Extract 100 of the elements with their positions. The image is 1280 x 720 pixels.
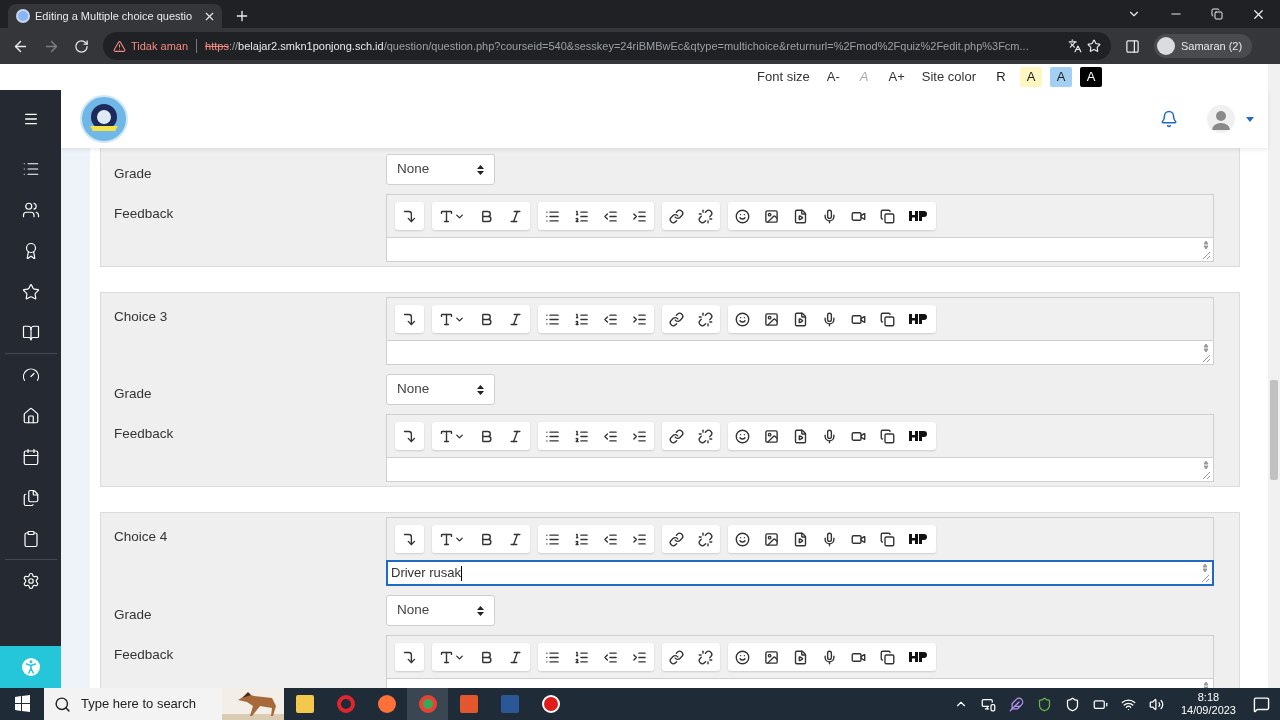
italic-icon (508, 208, 523, 224)
profile-button[interactable]: Samaran (2) (1154, 34, 1253, 58)
translate-icon[interactable] (1068, 39, 1082, 53)
link-icon (669, 649, 684, 665)
outdent-icon (603, 428, 618, 444)
copy-icon (880, 531, 895, 547)
shield-icon[interactable] (1064, 696, 1080, 712)
volume-icon[interactable] (1148, 696, 1164, 712)
favicon-icon (16, 9, 30, 23)
calendar-icon[interactable] (21, 447, 40, 466)
feather-icon[interactable] (1008, 696, 1024, 712)
bookmark-icon[interactable] (1087, 39, 1101, 53)
bold-icon (479, 208, 494, 224)
search-field[interactable]: Type here to search (44, 688, 284, 720)
field-label: Feedback (114, 647, 174, 662)
italic-icon (508, 531, 523, 547)
microphone-icon (822, 311, 837, 327)
color-swatch[interactable]: A (1050, 67, 1072, 87)
browser-tab[interactable]: Editing a Multiple choice questio (8, 4, 222, 28)
font-icon (439, 311, 454, 327)
text-cursor (461, 565, 463, 581)
copy-icon (880, 649, 895, 665)
home-icon[interactable] (21, 406, 40, 425)
new-tab-icon[interactable] (234, 8, 250, 24)
indent-icon (632, 311, 647, 327)
font-icon (439, 428, 454, 444)
url-text: https://belajar2.smkn1ponjong.sch.id/question/question.php?courseid=540&sesskey=24riBMBwEc&qtype=multichoice&returnurl=%2Fmod%2Fquiz%2Fedit.php%3Fcm... (205, 38, 1029, 54)
clock[interactable]: 8:18 14/09/2023 (1176, 691, 1240, 717)
emoji-icon (735, 428, 750, 444)
gauge-icon[interactable] (21, 365, 40, 384)
numbered-list-icon (574, 428, 589, 444)
users-icon[interactable] (21, 200, 40, 219)
outdent-icon (603, 531, 618, 547)
numbered-list-icon (574, 531, 589, 547)
h5p-icon (909, 533, 929, 545)
indent-icon (632, 649, 647, 665)
caret-icon[interactable] (1246, 116, 1254, 122)
school-logo (80, 95, 128, 143)
font-size-button[interactable]: A- (823, 67, 843, 87)
bullet-list-icon (545, 649, 560, 665)
font-size-button[interactable]: A+ (885, 67, 908, 87)
address-bar[interactable]: Tidak aman https://belajar2.smkn1ponjong.sch.id/question/question.php?courseid=540&sesskey=24riBMBwEc&qtype=multichoice&returnurl=%2Fmod%2Fquiz%2Fedit.php%3Fcm... (103, 32, 1111, 60)
emoji-icon (735, 649, 750, 665)
warning-icon (113, 39, 126, 53)
image-icon (764, 311, 779, 327)
security-icon[interactable] (1036, 696, 1052, 712)
bold-icon (479, 428, 494, 444)
unlink-icon (698, 531, 713, 547)
user-avatar[interactable] (1206, 104, 1236, 134)
grade-select[interactable]: None (386, 595, 495, 626)
microphone-icon (822, 649, 837, 665)
menu-icon[interactable] (22, 111, 39, 127)
collapse-icon (402, 428, 417, 444)
files-icon[interactable] (21, 488, 40, 507)
editor-text: Driver rusak (391, 564, 462, 583)
microphone-icon (822, 208, 837, 224)
resize-grip-icon[interactable] (1201, 343, 1211, 363)
editor-content[interactable]: Driver rusak (386, 560, 1214, 586)
notification-icon[interactable] (1160, 110, 1178, 128)
star-icon[interactable] (21, 282, 40, 301)
chrome-app-icon[interactable] (407, 688, 448, 720)
security-warning: Tidak aman (131, 38, 189, 54)
field-label: Grade (114, 607, 152, 622)
numbered-list-icon (574, 208, 589, 224)
bullet-list-icon (545, 311, 560, 327)
sort-caret-icon (477, 605, 484, 616)
media-icon (793, 428, 808, 444)
resize-grip-icon[interactable] (1200, 563, 1210, 583)
device-icon[interactable] (980, 696, 996, 712)
bold-icon (479, 531, 494, 547)
image-icon (764, 428, 779, 444)
outdent-icon (603, 311, 618, 327)
scrollbar[interactable] (1268, 64, 1280, 688)
font-icon (439, 208, 454, 224)
resize-grip-icon[interactable] (1201, 240, 1211, 260)
grade-select[interactable]: None (386, 154, 495, 185)
unlink-icon (698, 649, 713, 665)
wifi-icon[interactable] (1120, 696, 1136, 712)
indent-icon (632, 208, 647, 224)
collapse-icon (402, 311, 417, 327)
tab-title: Editing a Multiple choice questio (35, 8, 193, 24)
indent-icon (632, 428, 647, 444)
reload-icon[interactable] (74, 38, 89, 54)
resize-grip-icon[interactable] (1201, 460, 1211, 480)
notifications-icon[interactable] (1253, 695, 1270, 713)
color-swatch[interactable]: A (1080, 67, 1102, 87)
restore-icon[interactable] (1211, 8, 1223, 20)
book-icon[interactable] (21, 323, 40, 342)
copy-icon (880, 208, 895, 224)
h5p-icon (909, 651, 929, 663)
emoji-icon (735, 311, 750, 327)
settings-icon[interactable] (21, 571, 40, 590)
unlink-icon (698, 311, 713, 327)
unlink-icon (698, 208, 713, 224)
outdent-icon (603, 649, 618, 665)
grade-select[interactable]: None (386, 374, 495, 405)
clipboard-icon[interactable] (21, 529, 40, 548)
side-panel-icon[interactable] (1125, 38, 1140, 54)
h5p-icon (909, 430, 929, 442)
color-swatch[interactable]: A (1020, 67, 1042, 87)
